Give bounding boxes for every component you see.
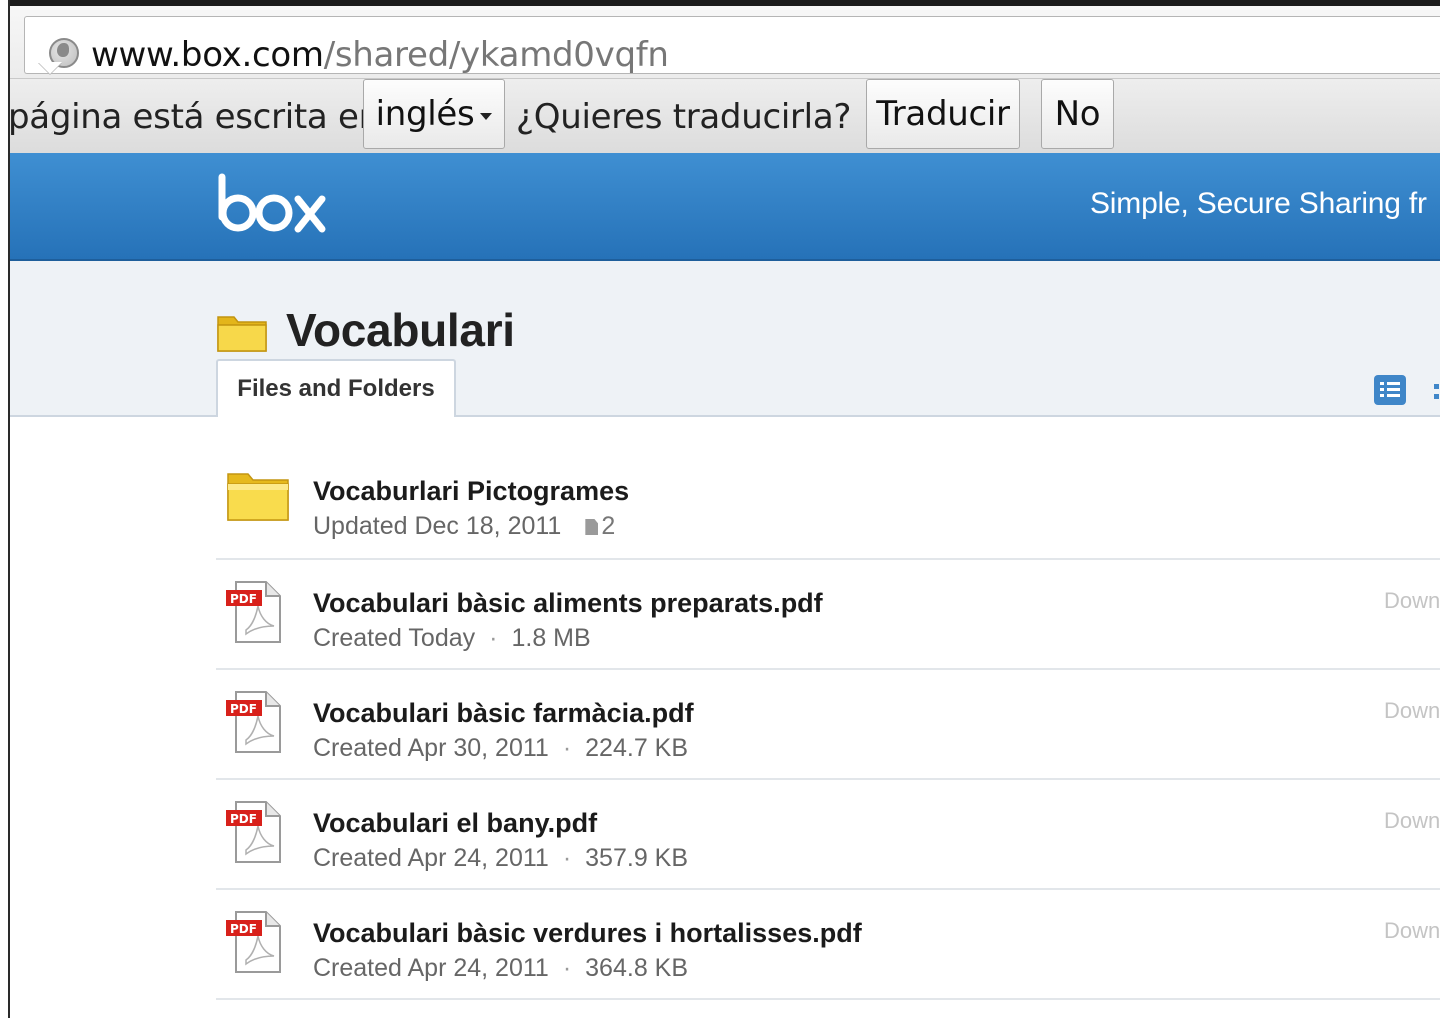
tab-files-and-folders[interactable]: Files and Folders <box>216 359 456 417</box>
item-meta: Created Apr 24, 2011 · 364.8 KB <box>313 954 688 983</box>
item-meta: Created Today · 1.8 MB <box>313 624 591 653</box>
url-host: www.box.com <box>91 35 324 75</box>
translate-button[interactable]: Traducir <box>866 79 1020 149</box>
list-view-icon[interactable] <box>1374 375 1406 405</box>
item-created: Created Today <box>313 624 476 652</box>
item-meta: Created Apr 30, 2011 · 224.7 KB <box>313 734 688 763</box>
url-path: /shared/ykamd0vqfn <box>323 35 669 75</box>
item-meta: Updated Dec 18, 2011 2 <box>313 512 615 541</box>
address-bar: www.box.com/shared/ykamd0vqfn <box>10 6 1440 79</box>
pdf-icon: PDF <box>226 690 286 759</box>
page-title: Vocabulari <box>286 304 515 356</box>
item-name[interactable]: Vocabulari bàsic farmàcia.pdf <box>313 698 694 729</box>
file-icon <box>585 519 599 535</box>
file-list: Vocaburlari Pictogrames Updated Dec 18, … <box>216 448 1440 1000</box>
item-created: Created Apr 24, 2011 <box>313 844 549 872</box>
pdf-badge-label: PDF <box>230 812 257 826</box>
item-size: 357.9 KB <box>585 844 689 872</box>
pdf-badge-label: PDF <box>230 922 257 936</box>
download-link[interactable]: Down <box>1384 698 1440 724</box>
separator-dot: · <box>562 844 572 872</box>
folder-icon <box>216 311 268 358</box>
language-dropdown[interactable]: inglés <box>363 79 505 149</box>
translate-question: ¿Quieres traducirla? <box>516 97 852 137</box>
pdf-icon: PDF <box>226 580 286 649</box>
item-name[interactable]: Vocabulari el bany.pdf <box>313 808 597 839</box>
item-name[interactable]: Vocaburlari Pictogrames <box>313 476 629 507</box>
url-field[interactable]: www.box.com/shared/ykamd0vqfn <box>24 16 1440 75</box>
url-text[interactable]: www.box.com/shared/ykamd0vqfn <box>91 35 669 75</box>
window-left-border <box>0 0 10 1018</box>
translate-prefix: página está escrita en <box>10 97 380 137</box>
download-link[interactable]: Down <box>1384 808 1440 834</box>
download-link[interactable]: Down <box>1384 588 1440 614</box>
header-tagline: Simple, Secure Sharing fr <box>1090 187 1427 220</box>
item-size: 1.8 MB <box>511 624 591 652</box>
translate-bar: página está escrita en inglés ¿Quieres t… <box>10 79 1440 154</box>
separator-dot: · <box>489 624 498 652</box>
pdf-icon: PDF <box>226 910 286 979</box>
folder-header: Vocabulari Files and Folders <box>10 261 1440 417</box>
box-logo[interactable] <box>216 173 328 240</box>
file-count-value: 2 <box>601 512 616 540</box>
item-updated: Updated Dec 18, 2011 <box>313 512 562 540</box>
translate-pointer <box>38 62 62 74</box>
list-item-pdf[interactable]: PDF Vocabulari el bany.pdf Created Apr 2… <box>216 780 1440 890</box>
list-item-folder[interactable]: Vocaburlari Pictogrames Updated Dec 18, … <box>216 448 1440 560</box>
list-item-pdf[interactable]: PDF Vocabulari bàsic verdures i hortalis… <box>216 890 1440 1000</box>
item-name[interactable]: Vocabulari bàsic aliments preparats.pdf <box>313 588 823 619</box>
pdf-badge-label: PDF <box>230 702 257 716</box>
separator-dot: · <box>562 734 572 762</box>
separator-dot: · <box>562 954 572 982</box>
folder-icon <box>226 468 290 529</box>
item-size: 224.7 KB <box>585 734 689 762</box>
list-item-pdf[interactable]: PDF Vocabulari bàsic aliments preparats.… <box>216 560 1440 670</box>
pdf-badge-label: PDF <box>230 592 257 606</box>
chevron-down-icon <box>480 112 493 120</box>
item-size: 364.8 KB <box>585 954 689 982</box>
no-button[interactable]: No <box>1041 79 1114 149</box>
item-created: Created Apr 30, 2011 <box>313 734 549 762</box>
item-meta: Created Apr 24, 2011 · 357.9 KB <box>313 844 688 873</box>
item-created: Created Apr 24, 2011 <box>313 954 549 982</box>
site-header: Simple, Secure Sharing fr <box>10 153 1440 261</box>
grid-view-icon[interactable] <box>1430 381 1440 401</box>
pdf-icon: PDF <box>226 800 286 869</box>
download-link[interactable]: Down <box>1384 918 1440 944</box>
list-item-pdf[interactable]: PDF Vocabulari bàsic farmàcia.pdf Create… <box>216 670 1440 780</box>
language-label: inglés <box>375 94 475 134</box>
file-count: 2 <box>585 512 615 540</box>
item-name[interactable]: Vocabulari bàsic verdures i hortalisses.… <box>313 918 862 949</box>
